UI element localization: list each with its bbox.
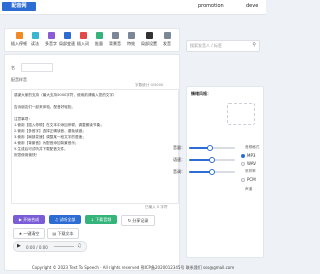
- button-label: 一键清空: [23, 231, 40, 236]
- pitch-slider-thumb[interactable]: [209, 169, 215, 175]
- text-editor-panel: 名 配音样音 字数统计 0/5000 感谢大家的支持（最大支持5000字符，使用…: [4, 54, 180, 271]
- input-hint: 已输入 0 字符: [145, 205, 168, 209]
- empty-state-image: [227, 103, 255, 125]
- speed-slider-thumb[interactable]: [209, 157, 215, 163]
- pitch-slider[interactable]: [189, 169, 235, 175]
- download-text-button[interactable]: ▤ 下载文本: [47, 228, 79, 239]
- start-synthesis-button[interactable]: ▶ 开始合成: [13, 215, 45, 224]
- top-navigation-bar: 配音网 promotion deve: [0, 0, 266, 15]
- editor-toolbar: 插入停顿 读法 多音字 局部变速 插入词 批量 背景音 特效 局部设置 发音: [4, 28, 180, 52]
- char-count: 字数统计 0/5000: [135, 83, 164, 87]
- pitch-label: 音调：: [173, 169, 185, 174]
- nav-link-deve[interactable]: deve: [246, 3, 258, 9]
- music-icon: [111, 32, 119, 39]
- text-paragraph: 3.使用【局部变速】调整某一段文字的语速；: [14, 135, 86, 139]
- radio-dot: [241, 154, 245, 158]
- download-audio-button[interactable]: ↓ 下载音频: [85, 215, 117, 224]
- text-paragraph: 4.使用【背景音】为配音添加背景音乐；: [14, 141, 79, 145]
- text-paragraph: 1.使用【插入停顿】在文本中添加停顿，调整朗读节奏；: [14, 123, 104, 127]
- tool-local-settings[interactable]: 局部设置: [139, 31, 159, 49]
- subtitle-label: 配音样音: [11, 77, 27, 82]
- share-record-button[interactable]: ↻ 分享记录: [121, 215, 155, 226]
- speed-label: 语速：: [173, 157, 185, 162]
- speed-slider[interactable]: [189, 157, 235, 163]
- player-time: 0:00 / 0:00: [26, 244, 48, 250]
- batch-icon: [95, 32, 103, 39]
- volume-slider-thumb[interactable]: [206, 145, 213, 151]
- radio-dot: [241, 178, 245, 182]
- pause-icon: [15, 32, 23, 39]
- tool-label: 特效: [127, 41, 135, 46]
- text-paragraph: 告诉朋友们一起来体验，配音好轻松。: [14, 105, 76, 109]
- emotion-style-label: 情绪风格：: [191, 91, 211, 96]
- effect-icon: [127, 32, 135, 39]
- text-paragraph: 5.生成后可试听并下载配音文件。: [14, 147, 68, 151]
- tool-label: 发音: [163, 41, 171, 46]
- text-paragraph: 注意事项：: [14, 117, 32, 121]
- volume-slider[interactable]: [189, 145, 235, 151]
- format-label: PCM: [247, 177, 256, 182]
- format-side-label: 音频格式: [245, 145, 260, 149]
- text-input-area[interactable]: 感谢大家的支持（最大支持5000字符，使用前请输入您的文字） 告诉朋友们一起来体…: [11, 89, 179, 204]
- site-logo[interactable]: 配音网: [2, 2, 36, 11]
- title-input[interactable]: [21, 63, 53, 72]
- tool-pronounce[interactable]: 发音: [157, 31, 177, 49]
- radio-dot: [241, 162, 245, 166]
- text-paragraph: 2.使用【多音字】选择正确读音，避免读错；: [14, 129, 86, 133]
- format-option-wav[interactable]: WAV: [241, 161, 256, 166]
- volume-label: 音量：: [173, 145, 185, 150]
- button-label: 试听全部: [59, 217, 76, 222]
- text-paragraph: 祝您使用愉快！: [14, 153, 40, 157]
- search-placeholder: 搜索发音人 / 标签: [190, 43, 222, 48]
- format-option-mp3[interactable]: MP3: [241, 153, 255, 158]
- page-footer: Copyright © 2023 Text To Speech · All ri…: [31, 265, 235, 270]
- nav-link-promotion[interactable]: promotion: [198, 3, 224, 9]
- search-icon[interactable]: ⚲: [252, 42, 256, 48]
- volume-icon[interactable]: ♫: [77, 243, 81, 249]
- title-label: 名: [11, 65, 15, 70]
- speed-icon: [63, 32, 71, 39]
- tool-effects[interactable]: 特效: [121, 31, 141, 49]
- format-label: MP3: [247, 153, 256, 158]
- voice-search-input[interactable]: 搜索发音人 / 标签 ⚲: [186, 40, 260, 52]
- format-label: WAV: [247, 161, 256, 166]
- samplerate-side-label: 采样率: [245, 169, 256, 173]
- polyphone-icon: [47, 32, 55, 39]
- preview-all-button[interactable]: ♫ 试听全部: [49, 215, 81, 224]
- button-label: 分享记录: [132, 218, 149, 223]
- button-label: 下载文本: [57, 231, 74, 236]
- text-paragraph: 感谢大家的支持（最大支持5000字符，使用前请输入您的文字）: [14, 93, 117, 97]
- format-option-pcm[interactable]: PCM: [241, 177, 256, 182]
- player-progress-bar[interactable]: [54, 246, 74, 247]
- settings-icon: [145, 32, 153, 39]
- clear-all-button[interactable]: ★ 一键清空: [13, 228, 45, 239]
- word-icon: [79, 32, 87, 39]
- read-icon: [31, 32, 39, 39]
- audio-player[interactable]: ▶ 0:00 / 0:00 ♫: [13, 241, 87, 252]
- voice-settings-panel: 情绪风格： 音量： 语速： 音调： 音频格式 采样率 声道 MP3 WAV PC…: [173, 86, 264, 258]
- channel-side-label: 声道: [245, 187, 253, 191]
- player-play-icon[interactable]: ▶: [17, 243, 21, 249]
- speaker-icon: [163, 32, 171, 39]
- button-label: 开始合成: [23, 217, 40, 222]
- tool-label: 局部设置: [141, 41, 157, 46]
- button-label: 下载音频: [95, 217, 112, 222]
